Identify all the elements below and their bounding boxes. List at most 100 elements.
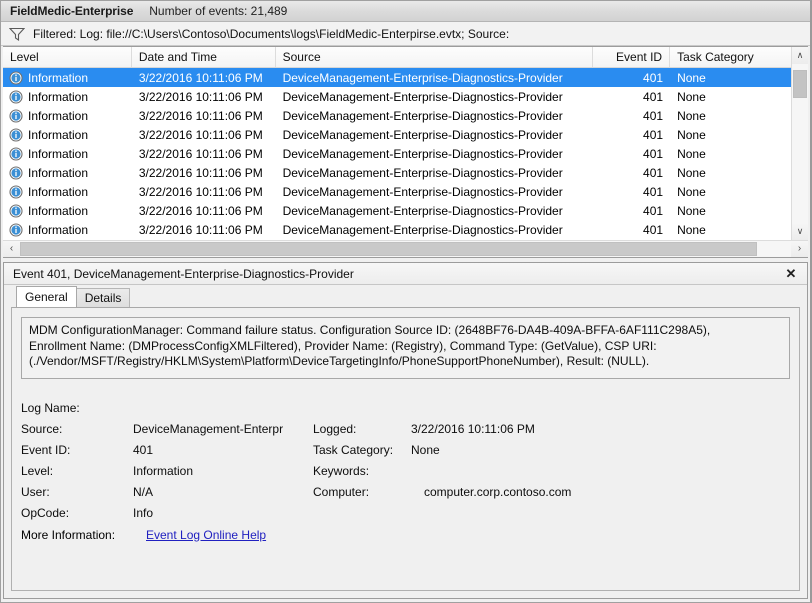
cell-source: DeviceManagement-Enterprise-Diagnostics-…	[276, 90, 593, 104]
cell-event-id: 401	[593, 128, 670, 142]
field-row-opcode: OpCode: Info	[21, 502, 790, 523]
cell-event-id: 401	[593, 90, 670, 104]
funnel-icon	[9, 27, 25, 41]
table-row[interactable]: Information 3/22/2016 10:11:06 PMDeviceMa…	[3, 182, 791, 201]
cell-source: DeviceManagement-Enterprise-Diagnostics-…	[276, 128, 593, 142]
cell-event-id: 401	[593, 204, 670, 218]
keywords-label: Keywords:	[313, 464, 411, 478]
cell-event-id: 401	[593, 109, 670, 123]
table-row[interactable]: Information 3/22/2016 10:11:06 PMDeviceMa…	[3, 201, 791, 220]
information-icon	[9, 166, 23, 180]
cell-level: Information	[3, 166, 132, 180]
event-log-online-help-link[interactable]: Event Log Online Help	[133, 528, 266, 542]
cell-task-category: None	[670, 147, 791, 161]
cell-event-id: 401	[593, 185, 670, 199]
table-row[interactable]: Information3/22/2016 10:11:06 PMDeviceMa…	[3, 163, 791, 182]
event-properties-grid: Log Name: Source: DeviceManagement-Enter…	[21, 397, 790, 545]
logged-label: Logged:	[313, 422, 411, 436]
information-icon	[9, 71, 23, 85]
scroll-up-button[interactable]: ∧	[792, 47, 808, 64]
cell-source: DeviceManagement-Enterprise-Diagnostics-…	[276, 185, 593, 199]
table-row[interactable]: Information3/22/2016 10:11:06 PMDeviceMa…	[3, 125, 791, 144]
user-value: N/A	[133, 485, 313, 499]
column-header-source[interactable]: Source	[276, 47, 593, 67]
cell-source: DeviceManagement-Enterprise-Diagnostics-…	[276, 71, 593, 85]
cell-date-and-time: 3/22/2016 10:11:06 PM	[132, 90, 276, 104]
event-message-line: MDM ConfigurationManager: Command failur…	[29, 323, 782, 339]
cell-date-and-time: 3/22/2016 10:11:06 PM	[132, 147, 276, 161]
field-row-event-id: Event ID: 401 Task Category: None	[21, 439, 790, 460]
cell-task-category: None	[670, 71, 791, 85]
logged-value: 3/22/2016 10:11:06 PM	[411, 422, 790, 436]
information-icon	[9, 109, 23, 123]
cell-task-category: None	[670, 204, 791, 218]
filter-bar[interactable]: Filtered: Log: file://C:\Users\Contoso\D…	[1, 22, 810, 46]
cell-source: DeviceManagement-Enterprise-Diagnostics-…	[276, 204, 593, 218]
user-label: User:	[21, 485, 133, 499]
field-row-log-name: Log Name:	[21, 397, 790, 418]
cell-level: Information	[3, 90, 132, 104]
event-list-vertical-scrollbar[interactable]: ∧ ∨	[791, 47, 808, 240]
table-row[interactable]: Information3/22/2016 10:11:06 PMDeviceMa…	[3, 68, 791, 87]
horizontal-scroll-track[interactable]	[20, 241, 791, 257]
cell-event-id: 401	[593, 223, 670, 237]
event-message-line: (./Vendor/MSFT/Registry/HKLM\System\Plat…	[29, 354, 782, 370]
event-rows: Information3/22/2016 10:11:06 PMDeviceMa…	[3, 68, 791, 240]
cell-level-text: Information	[28, 71, 88, 85]
scroll-right-button[interactable]: ›	[791, 241, 808, 257]
horizontal-scroll-thumb[interactable]	[20, 242, 757, 256]
event-list-horizontal-scrollbar[interactable]: ‹ ›	[3, 240, 808, 257]
task-category-value: None	[411, 443, 790, 457]
cell-task-category: None	[670, 223, 791, 237]
cell-level-text: Information	[28, 90, 88, 104]
task-category-label: Task Category:	[313, 443, 411, 457]
cell-date-and-time: 3/22/2016 10:11:06 PM	[132, 204, 276, 218]
column-header-level[interactable]: Level	[3, 47, 132, 67]
cell-level-text: Information	[28, 109, 88, 123]
table-row[interactable]: Information 3/22/2016 10:11:06 PMDeviceMa…	[3, 144, 791, 163]
source-value: DeviceManagement-Enterpr	[133, 422, 313, 436]
event-id-label: Event ID:	[21, 443, 133, 457]
cell-level-text: Information	[28, 147, 88, 161]
cell-level: Information	[3, 223, 132, 237]
more-information-label: More Information:	[21, 528, 133, 542]
level-value: Information	[133, 464, 313, 478]
opcode-value: Info	[133, 506, 313, 520]
cell-task-category: None	[670, 109, 791, 123]
table-row[interactable]: Information3/22/2016 10:11:06 PMDeviceMa…	[3, 106, 791, 125]
event-detail-title: Event 401, DeviceManagement-Enterprise-D…	[13, 267, 781, 281]
cell-task-category: None	[670, 90, 791, 104]
source-label: Source:	[21, 422, 133, 436]
vertical-scroll-track[interactable]	[792, 64, 808, 223]
table-row[interactable]: Information 3/22/2016 10:11:06 PMDeviceMa…	[3, 87, 791, 106]
cell-level-text: Information	[28, 204, 88, 218]
computer-label: Computer:	[313, 485, 411, 499]
information-icon	[9, 185, 23, 199]
computer-value: computer.corp.contoso.com	[411, 485, 790, 499]
cell-level-text: Information	[28, 185, 88, 199]
column-header-event-id[interactable]: Event ID	[593, 47, 670, 67]
vertical-scroll-thumb[interactable]	[793, 70, 807, 98]
cell-source: DeviceManagement-Enterprise-Diagnostics-…	[276, 223, 593, 237]
scroll-down-button[interactable]: ∨	[792, 223, 808, 240]
cell-level: Information	[3, 128, 132, 142]
cell-event-id: 401	[593, 166, 670, 180]
information-icon	[9, 204, 23, 218]
event-message-box[interactable]: MDM ConfigurationManager: Command failur…	[21, 317, 790, 379]
tab-details[interactable]: Details	[76, 288, 131, 307]
tab-general[interactable]: General	[16, 286, 77, 307]
cell-level-text: Information	[28, 128, 88, 142]
event-list-pane: Level Date and Time Source Event ID Task…	[3, 46, 808, 258]
table-row[interactable]: Information 3/22/2016 10:11:06 PMDeviceMa…	[3, 220, 791, 239]
window-title-bar: FieldMedic-Enterprise Number of events: …	[1, 1, 810, 22]
cell-source: DeviceManagement-Enterprise-Diagnostics-…	[276, 147, 593, 161]
column-header-date-and-time[interactable]: Date and Time	[132, 47, 276, 67]
event-list-columns: Level Date and Time Source Event ID Task…	[3, 47, 791, 240]
close-icon[interactable]: ✕	[781, 265, 801, 283]
cell-level-text: Information	[28, 223, 88, 237]
cell-date-and-time: 3/22/2016 10:11:06 PM	[132, 185, 276, 199]
field-row-user: User: N/A Computer: computer.corp.contos…	[21, 481, 790, 502]
cell-date-and-time: 3/22/2016 10:11:06 PM	[132, 223, 276, 237]
column-header-task-category[interactable]: Task Category	[670, 47, 791, 67]
scroll-left-button[interactable]: ‹	[3, 241, 20, 257]
